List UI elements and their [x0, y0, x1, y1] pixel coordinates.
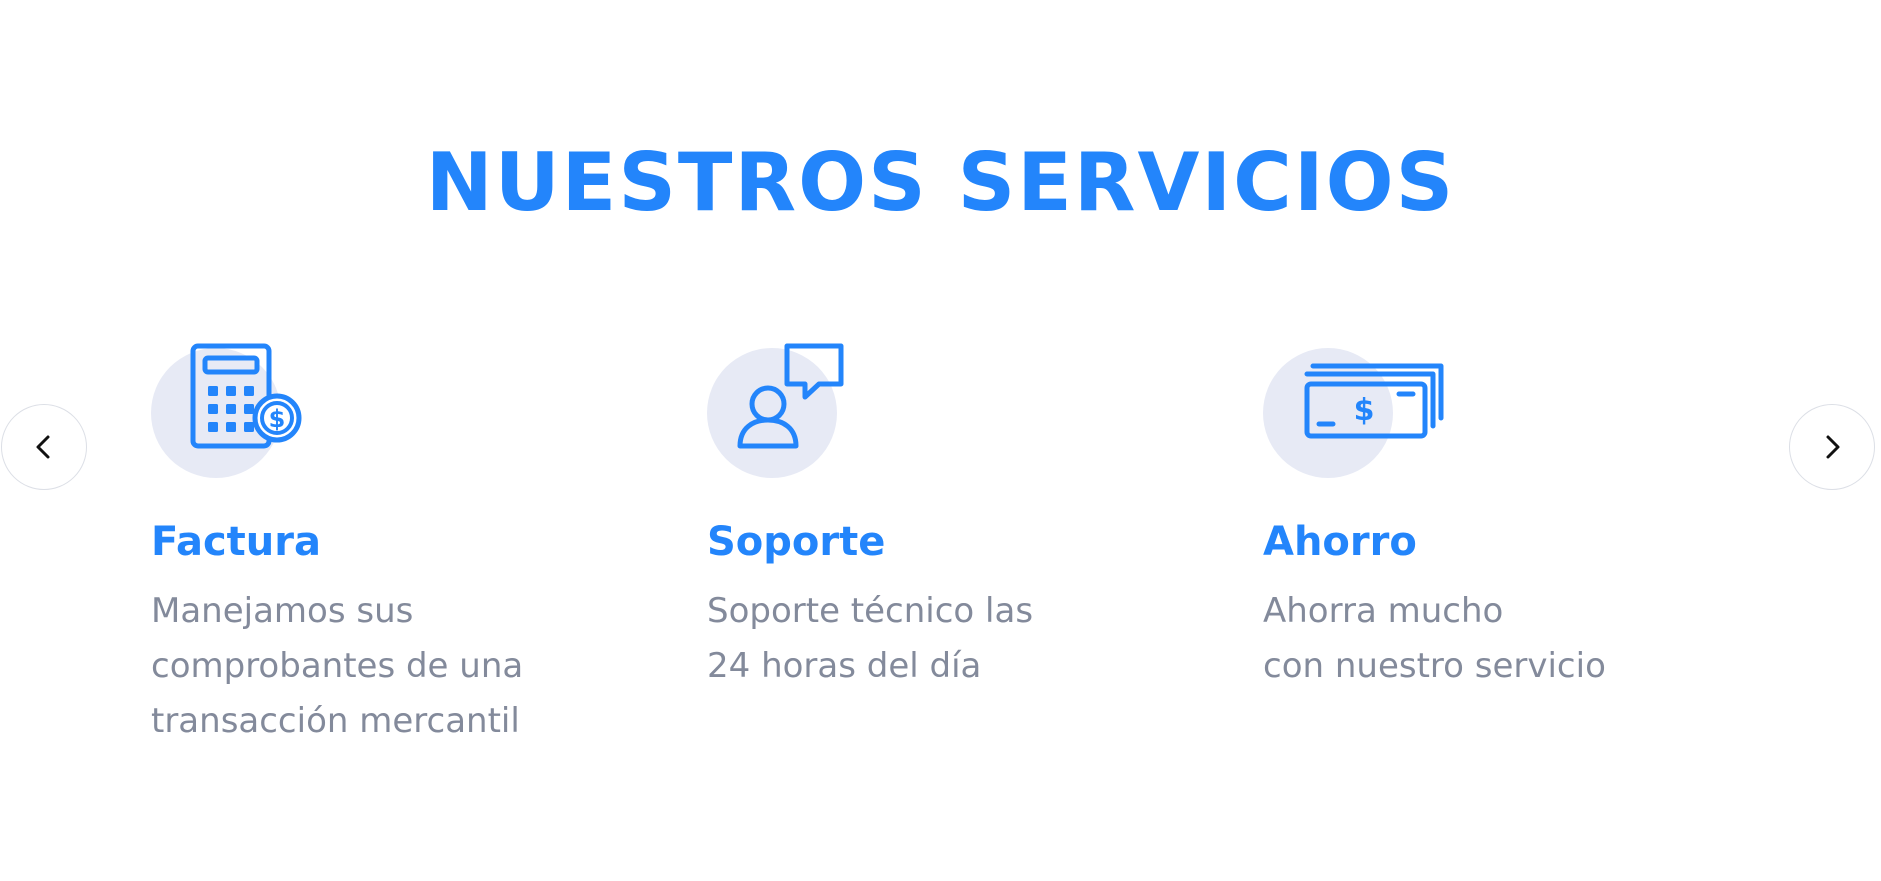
- service-card-soporte: Soporte Soporte técnico las 24 horas del…: [707, 342, 1177, 686]
- service-icon-wrap: $: [1263, 342, 1463, 480]
- description-line: 24 horas del día: [707, 646, 982, 686]
- svg-text:$: $: [269, 405, 286, 433]
- chevron-left-icon: [36, 435, 50, 459]
- service-description: Manejamos sus comprobantes de una transa…: [151, 584, 621, 749]
- carousel-prev-button[interactable]: [1, 404, 87, 490]
- description-line: transacción mercantil: [151, 701, 520, 741]
- service-description: Ahorra mucho con nuestro servicio: [1263, 584, 1733, 694]
- description-line: comprobantes de una: [151, 646, 524, 686]
- description-line: Soporte técnico las: [707, 591, 1034, 631]
- services-section: NUESTROS SERVICIOS $ Factura Manejamos s…: [0, 0, 1881, 881]
- carousel-next-button[interactable]: [1789, 404, 1875, 490]
- section-title: NUESTROS SERVICIOS: [425, 136, 1456, 229]
- calculator-dollar-icon: $: [190, 343, 302, 449]
- service-title: Ahorro: [1263, 519, 1417, 565]
- description-line: Ahorra mucho: [1263, 591, 1504, 631]
- service-title: Factura: [151, 519, 321, 565]
- description-line: Manejamos sus: [151, 591, 414, 631]
- service-icon-wrap: [707, 342, 907, 480]
- service-icon-wrap: $: [151, 342, 351, 480]
- user-chat-icon: [737, 343, 844, 449]
- money-bills-icon: $: [1304, 363, 1444, 439]
- service-title: Soporte: [707, 519, 886, 565]
- service-card-ahorro: $ Ahorro Ahorra mucho con nuestro servic…: [1263, 342, 1733, 686]
- svg-text:$: $: [1354, 393, 1375, 428]
- service-description: Soporte técnico las 24 horas del día: [707, 584, 1177, 694]
- description-line: con nuestro servicio: [1263, 646, 1606, 686]
- service-card-factura: $ Factura Manejamos sus comprobantes de …: [151, 342, 621, 741]
- chevron-right-icon: [1826, 435, 1840, 459]
